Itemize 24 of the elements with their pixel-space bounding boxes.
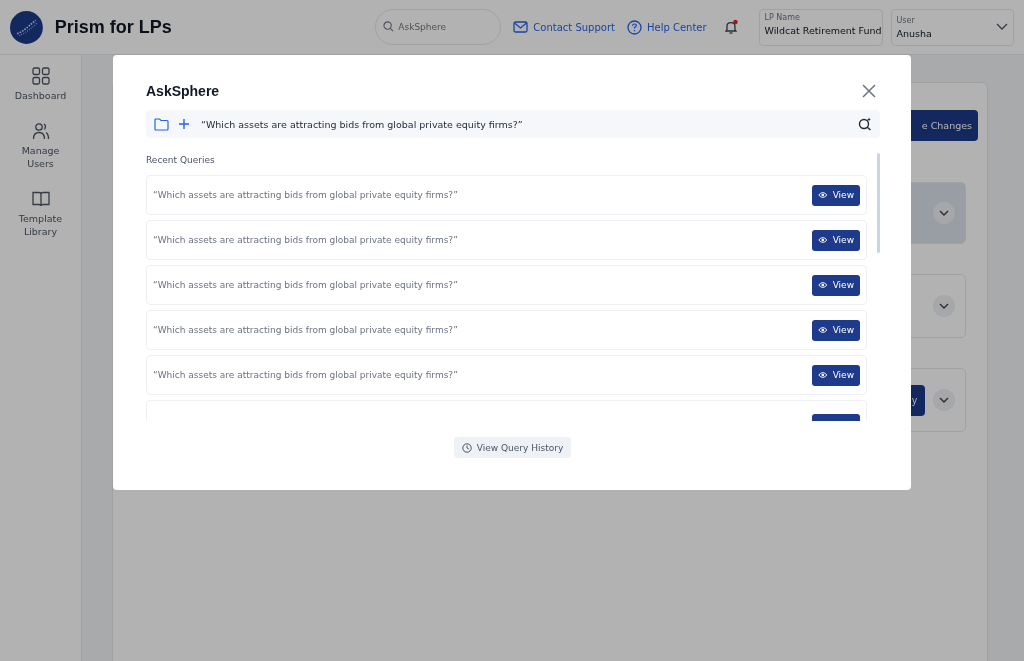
query-text: “Which assets are attracting bids from global private equity firms?”: [153, 280, 458, 290]
user-select[interactable]: User Anusha: [890, 8, 1014, 46]
header-link[interactable]: Contact Support: [513, 21, 615, 33]
dialog-title: AskSphere: [146, 83, 220, 99]
view-button[interactable]: View: [812, 274, 860, 296]
view-button[interactable]: View: [812, 229, 860, 251]
query-text: “Which assets are attracting bids from global private equity firms?”: [153, 325, 458, 335]
view-query-history-button[interactable]: View Query History: [453, 437, 572, 458]
sidebar-item[interactable]: Manage Users: [10, 122, 71, 170]
sidebar-item[interactable]: Dashboard: [10, 67, 71, 102]
query-text: “Which assets are attracting bids from global private equity firms?”: [153, 370, 458, 380]
sidebar-item[interactable]: Template Library: [10, 190, 71, 238]
view-button[interactable]: View: [812, 319, 860, 341]
search-field[interactable]: AskSphere: [375, 9, 502, 45]
view-button[interactable]: View: [812, 184, 860, 206]
header-link[interactable]: Help Center: [626, 19, 707, 35]
query-field[interactable]: “Which assets are attracting bids from global private equity firms?”: [146, 110, 880, 138]
query-input[interactable]: “Which assets are attracting bids from global private equity firms?”: [199, 117, 849, 131]
section-label: Recent Queries: [146, 155, 216, 165]
view-button[interactable]: View: [812, 364, 860, 386]
query-text: “Which assets are attracting bids from global private equity firms?”: [153, 235, 458, 245]
app-title: Prism for LPs: [54, 16, 173, 38]
query-text: “Which assets are attracting bids from global private equity firms?”: [153, 190, 458, 200]
lp-name-field[interactable]: LP Name Wildcat Retirement Fund: [758, 8, 883, 46]
